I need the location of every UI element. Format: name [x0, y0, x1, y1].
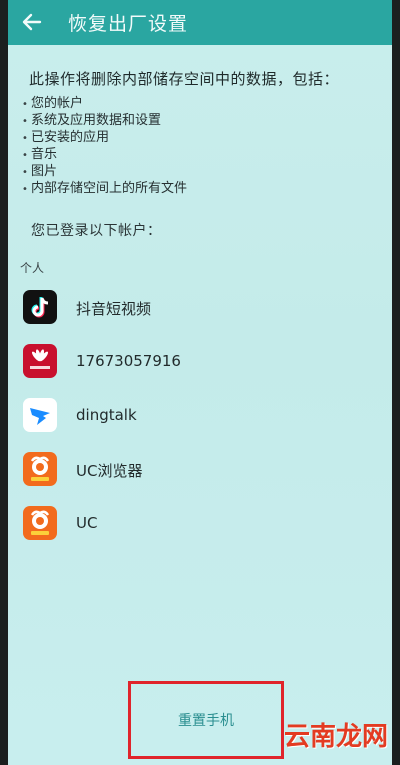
account-label: dingtalk: [76, 406, 137, 424]
back-arrow-icon[interactable]: [18, 8, 46, 36]
list-item: 系统及应用数据和设置: [22, 112, 187, 129]
factory-reset-screen: 恢复出厂设置 此操作将删除内部储存空间中的数据，包括： 您的帐户 系统及应用数据…: [8, 0, 392, 765]
list-item: 已安装的应用: [22, 129, 187, 146]
page-title: 恢复出厂设置: [68, 13, 189, 35]
dingtalk-icon: [23, 398, 57, 432]
logged-in-label: 您已登录以下帐户：: [31, 223, 162, 239]
huawei-icon: [23, 344, 57, 378]
account-label: 17673057916: [76, 352, 181, 370]
list-item: 音乐: [22, 146, 187, 163]
account-label: UC浏览器: [76, 462, 143, 480]
account-label: UC: [76, 514, 98, 532]
section-header: 个人: [20, 261, 45, 275]
account-label: 抖音短视频: [76, 300, 152, 318]
account-item-uc-browser: UC浏览器: [8, 444, 392, 498]
uc-icon: [23, 506, 57, 540]
account-list: 抖音短视频 17673057916 dingtalk UC浏览器 UC: [8, 282, 392, 552]
account-item-douyin: 抖音短视频: [8, 282, 392, 336]
data-list: 您的帐户 系统及应用数据和设置 已安装的应用 音乐 图片 内部存储空间上的所有文…: [22, 95, 187, 197]
list-item: 您的帐户: [22, 95, 187, 112]
reset-phone-button[interactable]: 重置手机: [131, 684, 281, 756]
intro-text: 此操作将删除内部储存空间中的数据，包括：: [29, 70, 340, 88]
list-item: 内部存储空间上的所有文件: [22, 180, 187, 197]
tiktok-icon: [23, 290, 57, 324]
uc-browser-icon: [23, 452, 57, 486]
account-item-dingtalk: dingtalk: [8, 390, 392, 444]
account-item-uc: UC: [8, 498, 392, 552]
app-bar: 恢复出厂设置: [8, 0, 392, 45]
account-item-huawei: 17673057916: [8, 336, 392, 390]
watermark: 云南龙网: [283, 722, 388, 752]
list-item: 图片: [22, 163, 187, 180]
